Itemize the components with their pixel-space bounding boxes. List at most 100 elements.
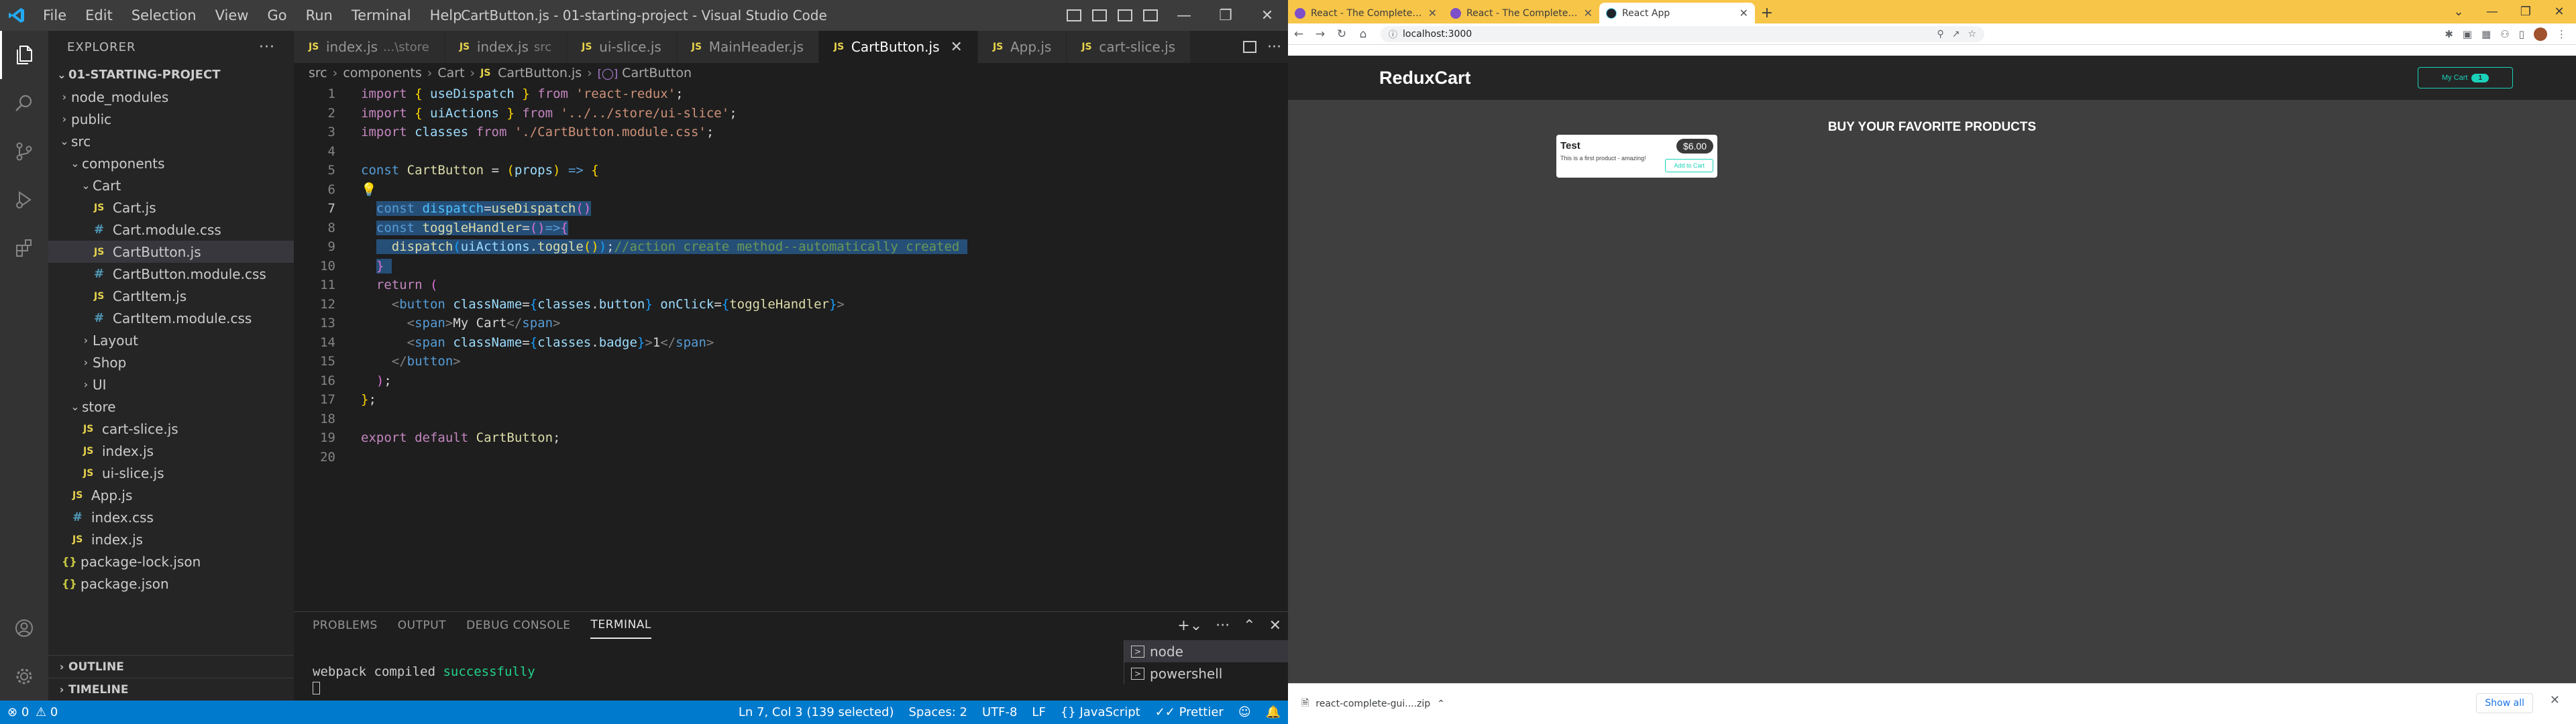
chevron-up-icon[interactable]: ⌃ (1437, 699, 1445, 709)
notifications-bell-icon[interactable]: 🔔 (1258, 705, 1288, 719)
terminal-output[interactable]: webpack compiled successfully (313, 664, 535, 695)
home-icon[interactable]: ⌂ (1352, 27, 1374, 41)
maximize-panel-icon[interactable]: ⌃ (1243, 617, 1255, 634)
toggle-panel-icon[interactable] (1092, 9, 1107, 21)
bookmark-star-icon[interactable]: ☆ (1968, 29, 1976, 40)
tree-folder[interactable]: ⌄ src (48, 130, 294, 152)
tab-problems[interactable]: PROBLEMS (313, 612, 378, 639)
close-tab-icon[interactable]: ✕ (951, 39, 963, 56)
profile-avatar[interactable] (2534, 27, 2547, 41)
terminal-item-powershell[interactable]: > powershell (1124, 662, 1288, 684)
more-actions-icon[interactable]: ··· (259, 39, 275, 56)
more-actions-icon[interactable]: ··· (1216, 617, 1230, 634)
menu-go[interactable]: Go (258, 7, 296, 23)
side-panel-icon[interactable]: ▯ (2519, 28, 2524, 40)
breadcrumb-item[interactable]: CartButton.js (498, 66, 582, 80)
outline-section[interactable]: › OUTLINE (48, 655, 294, 678)
tree-file[interactable]: JS ui-slice.js (48, 462, 294, 484)
extension-icon[interactable]: ▣ (2463, 28, 2472, 40)
menu-selection[interactable]: Selection (122, 7, 206, 23)
toggle-sidebar-icon[interactable] (1067, 9, 1081, 21)
address-bar[interactable]: ⓘ localhost:3000 ⚲ ↗ ☆ (1381, 25, 1984, 42)
customize-layout-icon[interactable] (1143, 9, 1158, 21)
tree-file[interactable]: # CartItem.module.css (48, 307, 294, 329)
add-to-cart-button[interactable]: Add to Cart (1665, 159, 1713, 172)
tree-folder[interactable]: ⌄ store (48, 396, 294, 418)
language-mode[interactable]: {} JavaScript (1053, 705, 1148, 719)
problems-status[interactable]: ⊗ 0 ⚠ 0 (0, 705, 65, 719)
editor-tab-active[interactable]: JS CartButton.js ✕ (818, 31, 978, 63)
close-tab-icon[interactable]: ✕ (1584, 7, 1593, 19)
close-tab-icon[interactable]: ✕ (1739, 7, 1748, 19)
editor-tab[interactable]: JS ui-slice.js (567, 31, 677, 63)
menu-edit[interactable]: Edit (76, 7, 122, 23)
new-tab-icon[interactable]: + (1755, 3, 1779, 23)
lightbulb-icon[interactable]: 💡 (361, 182, 377, 197)
extensions-menu-icon[interactable]: ⚇ (2500, 28, 2509, 40)
breadcrumb-item[interactable]: src (309, 66, 327, 80)
menu-help[interactable]: Help (421, 7, 472, 23)
browser-tab[interactable]: React - The Complete Guide (incl... ✕ (1288, 3, 1444, 23)
editor-tab[interactable]: JS cart-slice.js (1067, 31, 1191, 63)
my-cart-button[interactable]: My Cart 1 (2418, 67, 2513, 88)
reload-icon[interactable]: ↻ (1331, 27, 1352, 41)
editor-tab[interactable]: JS MainHeader.js (676, 31, 819, 63)
menu-view[interactable]: View (206, 7, 258, 23)
cursor-position[interactable]: Ln 7, Col 3 (139 selected) (731, 705, 902, 719)
tree-file[interactable]: {} package-lock.json (48, 550, 294, 572)
tab-debug-console[interactable]: DEBUG CONSOLE (466, 612, 570, 639)
forward-icon[interactable]: → (1309, 27, 1331, 41)
menu-run[interactable]: Run (297, 7, 342, 23)
tree-file[interactable]: JS Cart.js (48, 196, 294, 219)
indentation[interactable]: Spaces: 2 (901, 705, 974, 719)
explorer-icon[interactable] (0, 31, 48, 79)
tree-file[interactable]: JS CartItem.js (48, 285, 294, 307)
breadcrumb-item[interactable]: components (343, 66, 421, 80)
tree-file[interactable]: # index.css (48, 506, 294, 528)
close-icon[interactable]: ✕ (1246, 0, 1288, 31)
tree-folder[interactable]: › Shop (48, 351, 294, 373)
terminal-item-node[interactable]: > node (1124, 640, 1288, 662)
timeline-section[interactable]: › TIMELINE (48, 678, 294, 701)
chevron-down-icon[interactable]: ⌄ (2442, 5, 2475, 19)
settings-gear-icon[interactable] (0, 652, 48, 701)
run-debug-icon[interactable] (0, 176, 48, 224)
extension-icon[interactable]: ▦ (2481, 28, 2491, 40)
tree-file[interactable]: JS cart-slice.js (48, 418, 294, 440)
tree-file[interactable]: # CartButton.module.css (48, 263, 294, 285)
tree-folder[interactable]: ⌄ components (48, 152, 294, 174)
tree-folder[interactable]: › node_modules (48, 86, 294, 108)
back-icon[interactable]: ← (1288, 27, 1309, 41)
browser-tab-active[interactable]: React App ✕ (1599, 3, 1755, 23)
accounts-icon[interactable] (0, 604, 48, 652)
breadcrumb-item[interactable]: CartButton (622, 66, 692, 80)
extensions-icon[interactable] (0, 224, 48, 272)
tab-output[interactable]: OUTPUT (398, 612, 446, 639)
close-icon[interactable]: ✕ (2550, 693, 2560, 707)
more-actions-icon[interactable]: ··· (1267, 39, 1281, 56)
tree-file[interactable]: JS index.js (48, 528, 294, 550)
share-icon[interactable]: ↗ (1952, 29, 1960, 40)
restore-icon[interactable]: ❐ (2509, 5, 2542, 19)
tree-file[interactable]: # Cart.module.css (48, 219, 294, 241)
search-icon[interactable] (0, 79, 48, 127)
breadcrumb-item[interactable]: Cart (437, 66, 464, 80)
tab-terminal[interactable]: TERMINAL (590, 612, 651, 639)
tree-file[interactable]: JS App.js (48, 484, 294, 506)
code-editor[interactable]: 1 import { useDispatch } from 'react-redu… (294, 84, 1273, 467)
close-icon[interactable]: ✕ (2542, 5, 2576, 19)
show-all-downloads-button[interactable]: Show all (2476, 693, 2533, 713)
tree-folder[interactable]: ⌄ Cart (48, 174, 294, 196)
source-control-icon[interactable] (0, 127, 48, 176)
menu-file[interactable]: File (34, 7, 76, 23)
site-info-icon[interactable]: ⓘ (1389, 27, 1397, 40)
tree-folder[interactable]: › UI (48, 373, 294, 396)
editor-tab[interactable]: JS App.js (977, 31, 1067, 63)
chrome-menu-icon[interactable]: ⋮ (2557, 28, 2567, 40)
minimize-icon[interactable]: — (1163, 0, 1205, 31)
browser-tab[interactable]: React - The Complete Guide (incl... ✕ (1444, 3, 1599, 23)
menu-terminal[interactable]: Terminal (342, 7, 421, 23)
restore-icon[interactable]: ❐ (1205, 0, 1246, 31)
extension-puzzle-icon[interactable]: ✱ (2445, 28, 2453, 40)
download-item[interactable]: 🗎 react-complete-gui....zip ⌃ (1301, 696, 1445, 712)
